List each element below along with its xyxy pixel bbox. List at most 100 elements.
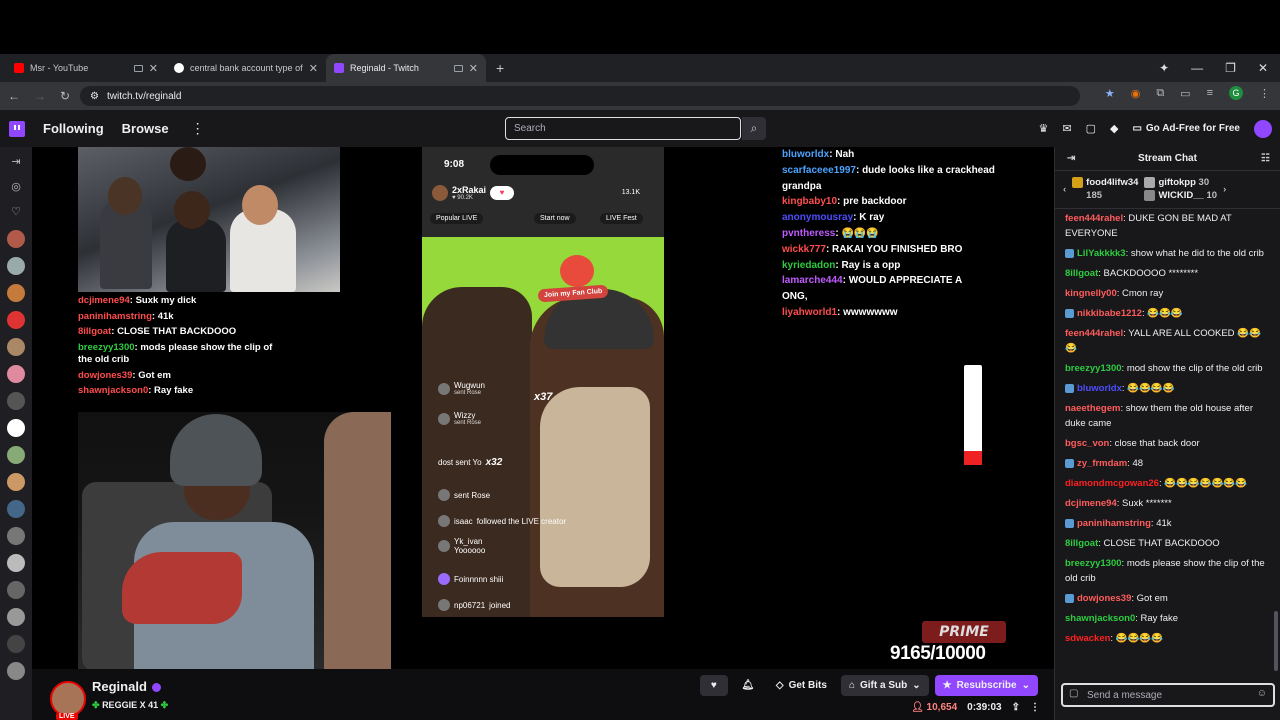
chat-username[interactable]: LilYakkkk3 — [1077, 248, 1126, 259]
user-avatar[interactable] — [1254, 119, 1272, 138]
for-you-icon[interactable]: ◎ — [11, 180, 21, 196]
inbox-icon[interactable]: ✉ — [1062, 122, 1071, 135]
close-window-icon[interactable]: ✕ — [1258, 61, 1268, 75]
channel-avatar[interactable] — [7, 527, 25, 545]
channel-avatar[interactable] — [7, 284, 25, 302]
chat-username[interactable]: dowjones39 — [1077, 593, 1131, 604]
close-tab-icon[interactable]: ✕ — [309, 62, 318, 75]
whispers-icon[interactable]: ▢ — [1086, 122, 1096, 135]
scrollbar-thumb[interactable] — [1274, 611, 1278, 671]
nav-following[interactable]: Following — [43, 121, 104, 136]
search-input[interactable]: Search — [505, 117, 741, 140]
forward-icon[interactable]: → — [34, 89, 46, 103]
community-icon[interactable]: ☷ — [1261, 153, 1270, 164]
channel-avatar[interactable] — [7, 365, 25, 383]
twitch-logo-icon[interactable] — [9, 120, 25, 137]
chat-username[interactable]: naeethegem — [1065, 403, 1120, 414]
crown-icon[interactable]: ♛ — [1038, 122, 1048, 135]
channel-name[interactable]: Reginald — [92, 679, 161, 694]
sparkle-icon[interactable]: ✦ — [1159, 61, 1169, 75]
next-arrow-icon[interactable]: › — [1223, 184, 1226, 195]
chat-input[interactable]: Send a message ▢ ☺ — [1061, 683, 1275, 707]
nav-browse[interactable]: Browse — [122, 121, 169, 136]
menu-kebab-icon[interactable]: ⋮ — [1259, 87, 1270, 100]
channel-avatar[interactable] — [7, 230, 25, 248]
channel-avatar[interactable] — [7, 257, 25, 275]
chat-username[interactable]: diamondmcgowan26 — [1065, 478, 1159, 489]
channel-avatar[interactable] — [7, 581, 25, 599]
top-gifter[interactable]: food4lifw34 185 — [1072, 177, 1138, 201]
bits-icon[interactable]: ▢ — [1069, 688, 1078, 699]
channel-avatar[interactable] — [7, 419, 25, 437]
chat-username[interactable]: breezyy1300 — [1065, 558, 1122, 569]
channel-avatar[interactable] — [7, 338, 25, 356]
channel-avatar[interactable] — [7, 554, 25, 572]
channel-avatar[interactable] — [7, 500, 25, 518]
gift-sub-button[interactable]: ⌂ Gift a Sub ⌄ — [840, 675, 929, 696]
expand-sidebar-icon[interactable]: ⇥ — [11, 155, 20, 171]
overlay-chat-line: breezyy1300: mods please show the clip o… — [78, 341, 273, 366]
crate-icon[interactable]: ◆ — [1110, 122, 1118, 135]
channel-avatar[interactable] — [7, 311, 25, 329]
sidebar-icon[interactable]: ▭ — [1180, 87, 1190, 100]
new-tab-button[interactable]: + — [486, 54, 514, 82]
follow-button[interactable]: ♥ — [699, 675, 728, 696]
chat-username[interactable]: bluworldx — [1077, 383, 1122, 394]
chat-username[interactable]: feen444rahel — [1065, 213, 1123, 224]
go-ad-free-button[interactable]: ▭ Go Ad-Free for Free — [1132, 123, 1240, 134]
more-menu-icon[interactable]: ⋮ — [191, 120, 205, 137]
search-button[interactable]: ⌕ — [742, 117, 766, 140]
back-icon[interactable]: ← — [8, 89, 20, 103]
reload-icon[interactable]: ↻ — [60, 89, 70, 103]
close-tab-icon[interactable]: ✕ — [149, 62, 158, 75]
media-control-icon[interactable]: ≡ — [1207, 87, 1213, 99]
chat-username[interactable]: 8illgoat — [1065, 538, 1098, 549]
chat-scrollbar[interactable] — [1274, 211, 1278, 671]
prev-arrow-icon[interactable]: ‹ — [1063, 184, 1066, 195]
maximize-icon[interactable]: ❐ — [1225, 61, 1236, 75]
channel-avatar[interactable] — [7, 446, 25, 464]
chat-username[interactable]: kingnelly00 — [1065, 288, 1117, 299]
chat-username[interactable]: bgsc_von — [1065, 438, 1109, 449]
extension-icon[interactable]: ◉ — [1131, 87, 1141, 100]
channel-avatar-large[interactable] — [50, 681, 86, 717]
close-tab-icon[interactable]: ✕ — [469, 62, 478, 75]
profile-avatar[interactable]: G — [1229, 86, 1243, 100]
channel-avatar[interactable] — [7, 608, 25, 626]
chat-username[interactable]: sdwacken — [1065, 633, 1110, 644]
chat-username[interactable]: 8illgoat — [1065, 268, 1098, 279]
extensions-puzzle-icon[interactable]: ⧉ — [1156, 87, 1164, 100]
tab-youtube[interactable]: Msr - YouTube ✕ — [6, 54, 166, 82]
chat-username[interactable]: breezyy1300 — [1065, 363, 1122, 374]
site-info-icon[interactable]: ⚙ — [90, 91, 99, 102]
more-options-icon[interactable]: ⋮ — [1030, 702, 1040, 713]
webcam-head — [174, 191, 210, 229]
channel-avatar[interactable] — [7, 635, 25, 653]
url-field[interactable]: ⚙ twitch.tv/reginald — [80, 86, 1080, 106]
minimize-icon[interactable]: — — [1191, 61, 1203, 75]
share-icon[interactable]: ⇪ — [1012, 702, 1020, 713]
chat-username[interactable]: dcjimene94 — [1065, 498, 1117, 509]
floating-tool-panel[interactable] — [964, 365, 982, 465]
stream-overlay-chat: dcjimene94: Suxk my dick paninihamstring… — [78, 295, 378, 401]
overlay-chat-line: paninihamstring: 41k — [78, 310, 174, 322]
chat-username[interactable]: feen444rahel — [1065, 328, 1123, 339]
channel-avatar[interactable] — [7, 392, 25, 410]
chat-username[interactable]: zy_frmdam — [1077, 458, 1127, 469]
tab-twitch[interactable]: Reginald - Twitch ✕ — [326, 54, 486, 82]
collapse-chat-icon[interactable]: ⇥ — [1067, 153, 1075, 164]
channel-avatar[interactable] — [7, 473, 25, 491]
channel-avatar[interactable] — [7, 662, 25, 680]
emote-picker-icon[interactable]: ☺ — [1257, 688, 1267, 699]
resubscribe-button[interactable]: ★ Resubscribe ⌄ — [934, 675, 1038, 696]
chat-username[interactable]: nikkibabe1212 — [1077, 308, 1142, 319]
heart-icon[interactable]: ♡ — [11, 205, 21, 221]
top-gifter[interactable]: giftokpp 30 WICKID__ 10 — [1144, 177, 1217, 201]
get-bits-button[interactable]: ◇ Get Bits — [768, 675, 835, 696]
chat-username[interactable]: paninihamstring — [1077, 518, 1151, 529]
tab-google[interactable]: central bank account type of u: ✕ — [166, 54, 326, 82]
chat-username[interactable]: shawnjackson0 — [1065, 613, 1135, 624]
video-player[interactable]: dcjimene94: Suxk my dick paninihamstring… — [32, 147, 1054, 669]
bookmark-star-icon[interactable]: ★ — [1105, 87, 1115, 100]
notifications-button[interactable]: 🔔︎ — [734, 675, 762, 696]
